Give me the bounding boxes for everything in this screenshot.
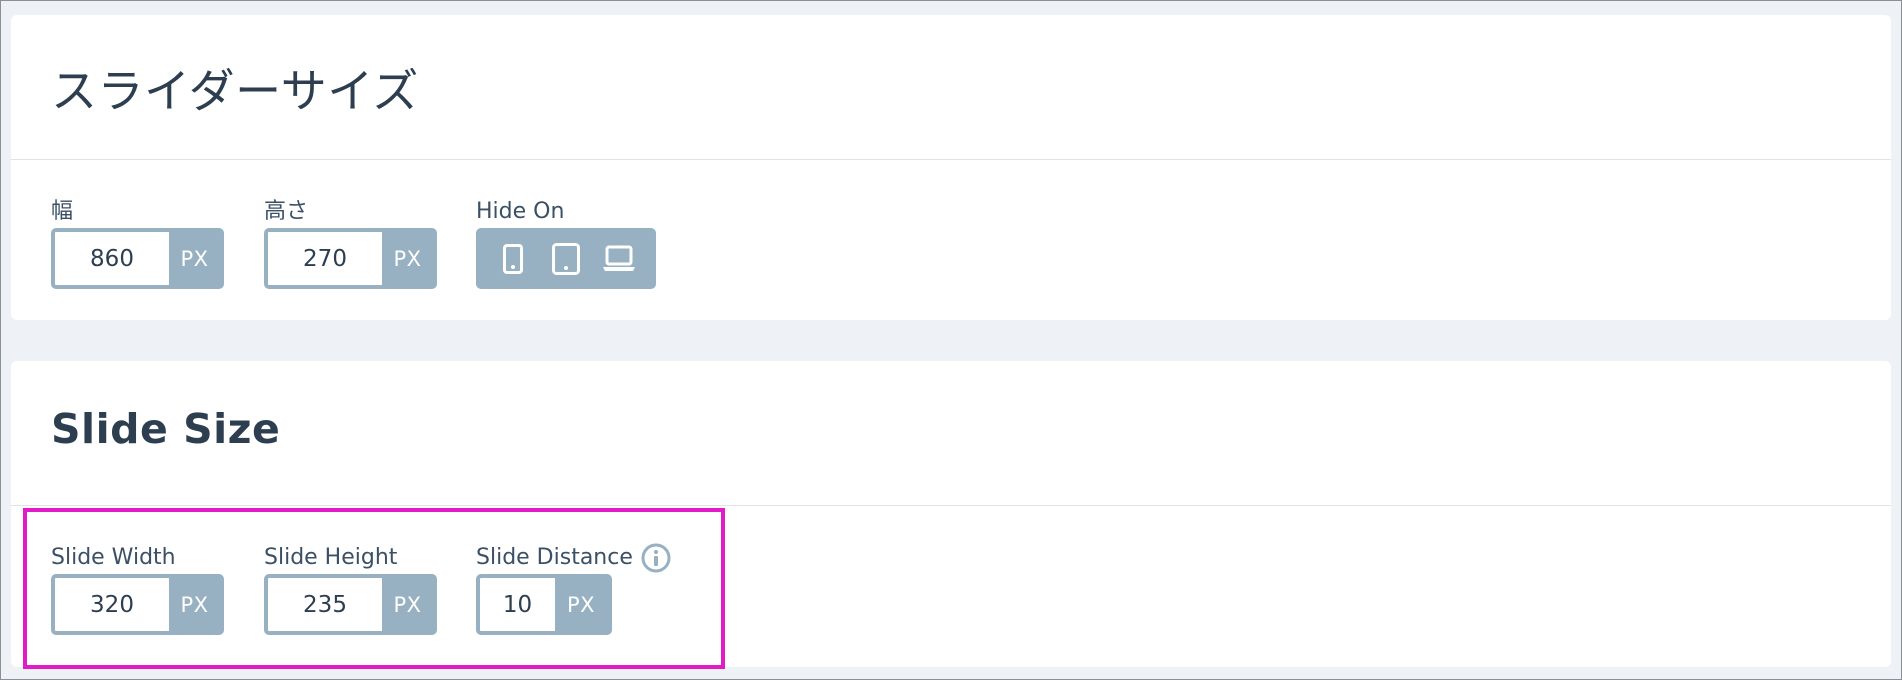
slide-height-input-group: PX [264, 574, 437, 635]
slider-height-field: 高さ PX [264, 196, 437, 289]
slide-width-input[interactable] [55, 578, 169, 631]
slide-size-fields: Slide Width PX Slide Height PX Slide Dis… [11, 506, 1891, 666]
laptop-icon[interactable] [597, 237, 641, 281]
slide-distance-field: Slide Distance PX [476, 542, 671, 635]
slide-width-field: Slide Width PX [51, 542, 224, 635]
slider-width-unit: PX [180, 246, 209, 271]
slide-distance-unit: PX [566, 592, 596, 617]
tablet-icon[interactable] [544, 237, 588, 281]
hide-on-field: Hide On [476, 196, 656, 289]
slide-height-field: Slide Height PX [264, 542, 437, 635]
slide-size-panel: Slide Size Slide Width PX Slide Height P… [11, 361, 1891, 667]
slide-height-unit: PX [393, 592, 422, 617]
slide-width-label: Slide Width [51, 545, 176, 570]
slide-width-unit: PX [180, 592, 209, 617]
slide-height-input[interactable] [268, 578, 382, 631]
slider-width-label: 幅 [51, 199, 74, 224]
slide-distance-input[interactable] [480, 578, 555, 631]
slider-width-field: 幅 PX [51, 196, 224, 289]
slider-width-input-group: PX [51, 228, 224, 289]
slider-size-title: スライダーサイズ [51, 64, 419, 118]
hide-on-label: Hide On [476, 199, 565, 224]
hide-on-device-group [476, 228, 656, 289]
slide-distance-label-row: Slide Distance [476, 542, 671, 574]
slide-width-input-group: PX [51, 574, 224, 635]
slide-size-title: Slide Size [51, 405, 281, 453]
slide-height-label: Slide Height [264, 545, 398, 570]
slider-width-input[interactable] [55, 232, 169, 285]
slide-size-header: Slide Size [11, 361, 1891, 506]
slide-distance-label: Slide Distance [476, 545, 633, 570]
mobile-icon[interactable] [491, 237, 535, 281]
slider-height-input[interactable] [268, 232, 382, 285]
slider-size-fields: 幅 PX 高さ PX Hide On [11, 160, 1891, 320]
slider-height-unit: PX [393, 246, 422, 271]
slider-size-panel: スライダーサイズ 幅 PX 高さ PX Hide On [11, 15, 1891, 320]
slider-height-input-group: PX [264, 228, 437, 289]
slide-distance-input-group: PX [476, 574, 612, 635]
slider-height-label: 高さ [264, 199, 309, 224]
slider-size-header: スライダーサイズ [11, 15, 1891, 160]
info-icon[interactable] [641, 543, 671, 573]
